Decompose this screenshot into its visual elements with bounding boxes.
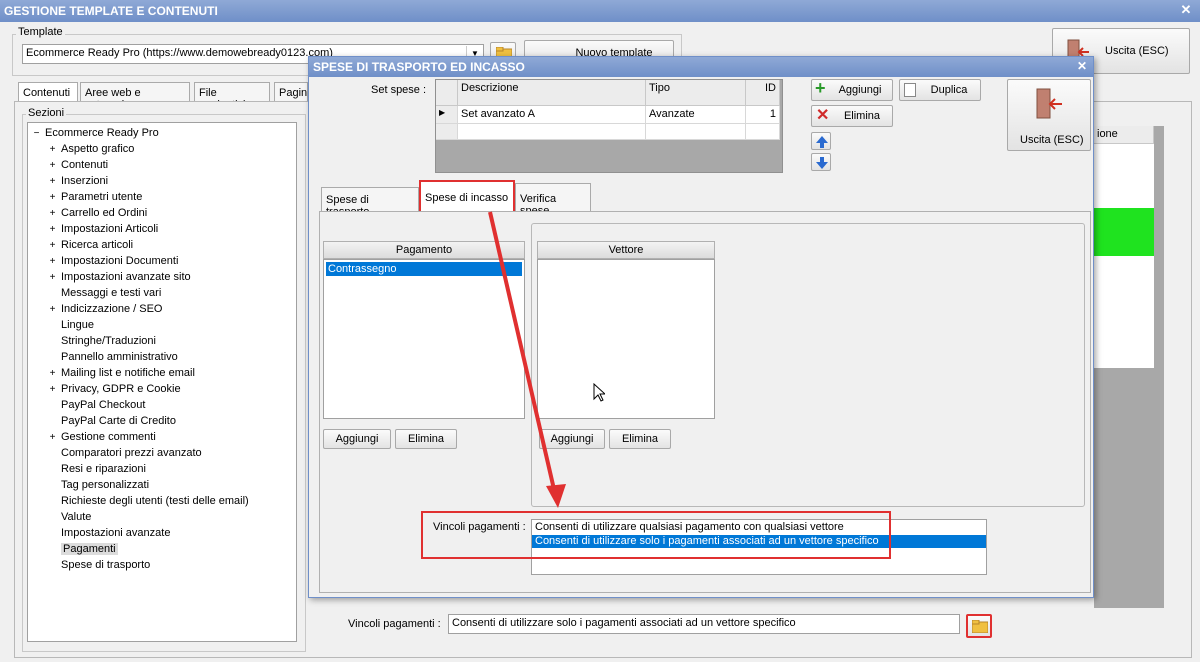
annotation-arrow [488, 211, 566, 508]
